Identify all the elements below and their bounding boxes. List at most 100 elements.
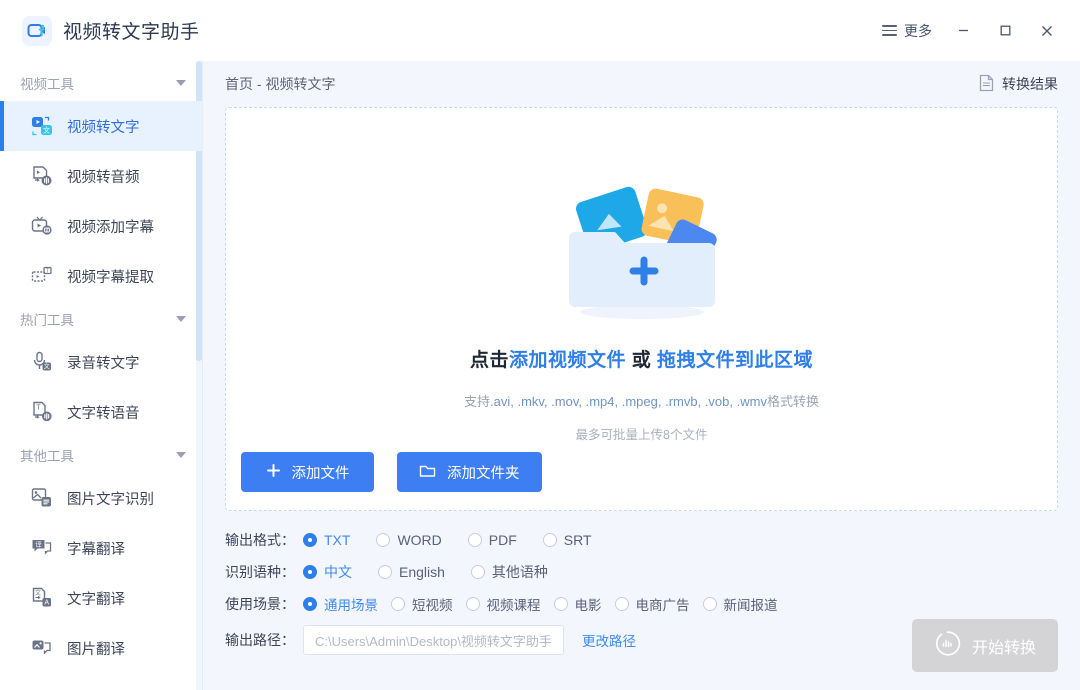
output-path-input[interactable]: C:\Users\Admin\Desktop\视频转文字助手: [303, 625, 564, 655]
document-icon: [978, 74, 995, 95]
radio-icon: [542, 533, 557, 547]
dropzone-title-mid: 或: [625, 350, 658, 371]
sidebar-item-video-add-subtitle[interactable]: 视频添加字幕: [0, 201, 202, 251]
output-format-row: 输出格式： TXT WORD PDF SRT: [225, 524, 1058, 556]
more-menu-button[interactable]: 更多: [872, 15, 942, 47]
image-ocr-icon: [30, 486, 54, 510]
sidebar-item-label: 文字转语音: [67, 405, 140, 422]
maximize-icon[interactable]: [984, 14, 1026, 48]
dropzone-buttons: 添加文件 添加文件夹: [241, 452, 542, 492]
sidebar-group-label: 视频工具: [20, 77, 74, 92]
dropzone-title-prefix: 点击: [469, 350, 509, 371]
scene-option-course[interactable]: 视频课程: [465, 594, 541, 614]
sidebar-item-subtitle-translate[interactable]: 译 字幕翻译: [0, 523, 202, 573]
chevron-down-icon: [176, 80, 186, 86]
format-option-pdf[interactable]: PDF: [467, 532, 517, 548]
change-path-link[interactable]: 更改路径: [582, 630, 636, 650]
radio-icon: [378, 565, 392, 579]
add-folder-button[interactable]: 添加文件夹: [397, 452, 542, 492]
sidebar-item-label: 图片文字识别: [67, 491, 154, 508]
radio-icon: [376, 533, 391, 547]
window-controls: 更多: [872, 14, 1068, 48]
sidebar-item-label: 文字翻译: [67, 591, 125, 608]
file-dropzone[interactable]: 点击添加视频文件 或 拖拽文件到此区域 支持.avi, .mkv, .mov, …: [225, 107, 1058, 511]
breadcrumb[interactable]: 首页 - 视频转文字: [225, 74, 335, 94]
add-file-label: 添加文件: [291, 465, 350, 482]
sidebar-item-label: 视频转音频: [67, 169, 140, 186]
sidebar-item-video-to-text[interactable]: 文 视频转文字: [0, 101, 202, 151]
minimize-icon[interactable]: [942, 14, 984, 48]
svg-text:文: 文: [44, 363, 50, 371]
sidebar-item-audio-to-text[interactable]: 文 录音转文字: [0, 337, 202, 387]
language-label: 识别语种：: [225, 564, 295, 580]
format-option-txt[interactable]: TXT: [303, 532, 350, 548]
main-content: 首页 - 视频转文字 转换结果 点击添加视频文件 或 拖拽文件到此区域 支持.a…: [203, 61, 1080, 690]
radio-icon: [702, 597, 717, 611]
sidebar-item-text-to-speech[interactable]: T 文字转语音: [0, 387, 202, 437]
sidebar-item-image-ocr[interactable]: 图片文字识别: [0, 473, 202, 523]
svg-text:A: A: [44, 600, 49, 607]
audio-to-text-icon: 文: [30, 350, 54, 374]
sidebar-group-label: 其他工具: [20, 449, 74, 464]
output-path-label: 输出路径：: [225, 632, 295, 648]
app-brand: 视频转文字助手: [22, 15, 200, 46]
svg-text:T: T: [36, 405, 41, 412]
dropzone-title-accent2: 拖拽文件到此区域: [657, 350, 814, 371]
radio-icon: [465, 597, 480, 611]
text-to-speech-icon: T: [30, 400, 54, 424]
svg-text:译: 译: [35, 541, 42, 549]
scene-option-label: 视频课程: [486, 598, 541, 613]
svg-text:T: T: [46, 268, 49, 274]
language-option-other[interactable]: 其他语种: [470, 562, 548, 582]
body-split: 视频工具 文 视频转文字 视频转音频 视频添加字幕 T 视频字幕提取 热门工具 …: [0, 61, 1080, 690]
hamburger-icon: [882, 25, 897, 36]
scene-row: 使用场景： 通用场景 短视频 视频课程 电影 电商广告 新闻报道: [225, 588, 1058, 620]
format-option-srt[interactable]: SRT: [542, 532, 592, 548]
scene-option-short-video[interactable]: 短视频: [391, 594, 453, 614]
sidebar-item-image-translate[interactable]: 图片翻译: [0, 623, 202, 673]
radio-icon: [391, 597, 405, 611]
language-option-label: English: [399, 564, 445, 580]
scene-option-ecommerce-ad[interactable]: 电商广告: [614, 594, 690, 614]
sidebar-group-video-tools[interactable]: 视频工具: [0, 65, 202, 101]
start-conversion-label: 开始转换: [971, 639, 1036, 657]
subtitle-translate-icon: 译: [30, 536, 54, 560]
scene-option-general[interactable]: 通用场景: [303, 594, 378, 614]
radio-icon: [470, 565, 485, 579]
scene-option-label: 电影: [574, 598, 602, 613]
close-icon[interactable]: [1026, 14, 1068, 48]
dropzone-limit: 最多可批量上传8个文件: [575, 428, 708, 442]
video-to-text-icon: 文: [30, 114, 54, 138]
scene-option-label: 电商广告: [635, 598, 690, 613]
scene-option-movie[interactable]: 电影: [553, 594, 602, 614]
conversion-result-button[interactable]: 转换结果: [978, 74, 1058, 95]
title-bar: 视频转文字助手 更多: [0, 0, 1080, 61]
dropzone-title: 点击添加视频文件 或 拖拽文件到此区域: [470, 345, 813, 372]
breadcrumb-row: 首页 - 视频转文字 转换结果: [225, 61, 1058, 107]
radio-icon: [553, 597, 568, 611]
sidebar-item-text-translate[interactable]: 文 A 文字翻译: [0, 573, 202, 623]
sidebar-item-label: 字幕翻译: [67, 541, 125, 558]
format-option-word[interactable]: WORD: [376, 532, 442, 548]
scene-option-news[interactable]: 新闻报道: [702, 594, 778, 614]
sidebar-item-video-subtitle-extract[interactable]: T 视频字幕提取: [0, 251, 202, 301]
chevron-down-icon: [176, 452, 186, 458]
sidebar-item-video-to-audio[interactable]: 视频转音频: [0, 151, 202, 201]
language-option-label: 中文: [324, 564, 352, 580]
sidebar-item-label: 视频字幕提取: [67, 269, 154, 286]
scene-option-label: 新闻报道: [723, 598, 778, 613]
sidebar-group-other-tools[interactable]: 其他工具: [0, 437, 202, 473]
radio-icon: [303, 533, 317, 547]
sidebar-item-label: 视频添加字幕: [67, 219, 154, 236]
output-path-placeholder: C:\Users\Admin\Desktop\视频转文字助手: [315, 633, 552, 649]
conversion-result-label: 转换结果: [1002, 76, 1058, 92]
language-option-english[interactable]: English: [378, 564, 445, 580]
format-option-label: SRT: [563, 532, 592, 548]
sidebar-group-hot-tools[interactable]: 热门工具: [0, 301, 202, 337]
language-option-chinese[interactable]: 中文: [303, 562, 352, 582]
image-translate-icon: [30, 636, 54, 660]
add-file-button[interactable]: 添加文件: [241, 452, 374, 492]
start-conversion-button[interactable]: 开始转换: [912, 619, 1058, 672]
radio-icon: [614, 597, 629, 611]
app-title: 视频转文字助手: [63, 22, 200, 43]
